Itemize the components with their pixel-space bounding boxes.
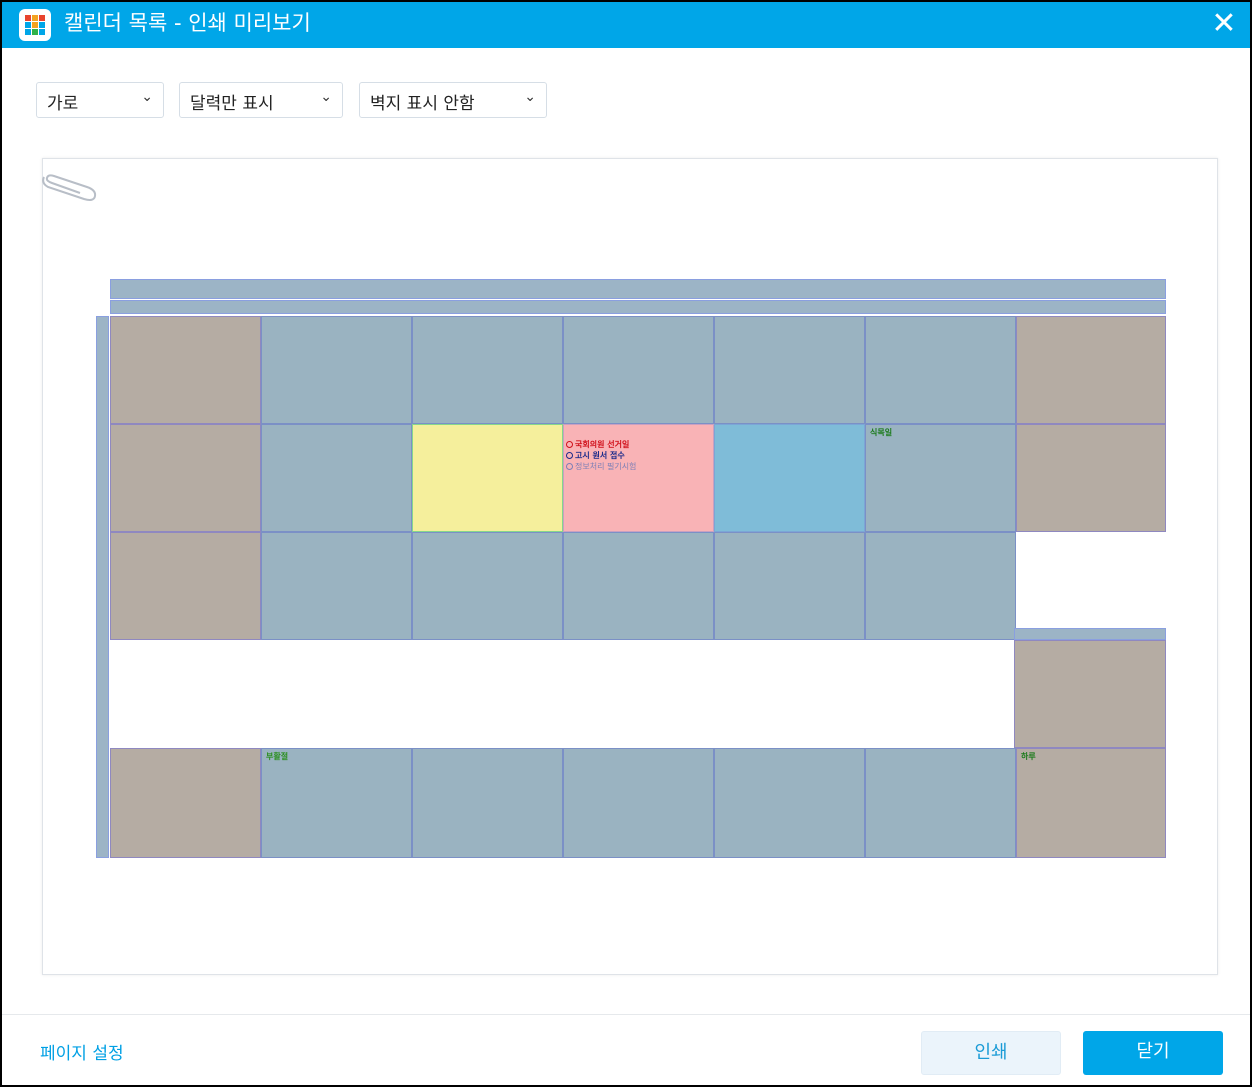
weekend-header-bar <box>1014 628 1166 640</box>
calendar-day-cell <box>865 316 1016 424</box>
event-entry: 국회의원 선거일 <box>566 439 629 450</box>
close-icon[interactable]: ✕ <box>1208 9 1240 41</box>
wallpaper-dropdown[interactable]: 벽지 표시 안함 ⌄ <box>359 82 547 118</box>
event-entry: 정보처리 필기시험 <box>566 461 636 472</box>
calendar-day-cell <box>714 748 865 858</box>
footer-divider <box>2 1014 1250 1015</box>
calendar-header-bar <box>110 279 1166 299</box>
calendar-day-cell <box>714 532 865 640</box>
calendar-day-cell-highlight <box>412 424 563 532</box>
calendar-day-cell <box>865 748 1016 858</box>
title-bar: 캘린더 목록 - 인쇄 미리보기 ✕ <box>2 2 1250 48</box>
calendar-day-cell <box>261 532 412 640</box>
calendar-day-cell <box>261 316 412 424</box>
event-entry: 고시 원서 접수 <box>566 450 625 461</box>
calendar-day-cell <box>563 748 714 858</box>
event-text: 국회의원 선거일 <box>575 440 630 449</box>
calendar-preview: 국회의원 선거일 고시 원서 접수 정보처리 필기시험 식목일 부활절 하루 <box>96 279 1166 859</box>
event-text: 정보처리 필기시험 <box>575 462 637 471</box>
page-setup-link[interactable]: 페이지 설정 <box>40 1039 124 1064</box>
calendar-day-cell: 하루 <box>1016 748 1166 858</box>
calendar-day-cell: 부활절 <box>261 748 412 858</box>
chevron-down-icon: ⌄ <box>141 89 153 105</box>
chevron-down-icon: ⌄ <box>524 89 536 105</box>
calendar-day-cell-highlight <box>714 424 865 532</box>
event-dot-icon <box>566 441 573 448</box>
calendar-day-cell <box>412 532 563 640</box>
chevron-down-icon: ⌄ <box>320 89 332 105</box>
calendar-day-cell <box>412 316 563 424</box>
orientation-dropdown[interactable]: 가로 ⌄ <box>36 82 164 118</box>
day-label: 부활절 <box>266 752 289 761</box>
calendar-day-cell <box>1014 640 1166 748</box>
day-label: 하루 <box>1021 752 1036 761</box>
paperclip-icon <box>42 174 97 201</box>
calendar-day-cell <box>412 748 563 858</box>
calendar-day-cell <box>261 424 412 532</box>
event-dot-icon <box>566 452 573 459</box>
calendar-day-cell <box>865 532 1016 640</box>
orientation-value: 가로 <box>47 94 79 114</box>
wallpaper-value: 벽지 표시 안함 <box>370 94 475 114</box>
calendar-day-cell <box>714 316 865 424</box>
week-number-column <box>96 316 109 858</box>
calendar-day-cell-highlight: 국회의원 선거일 고시 원서 접수 정보처리 필기시험 <box>563 424 714 532</box>
close-button[interactable]: 닫기 <box>1083 1031 1223 1075</box>
calendar-day-cell <box>110 748 261 858</box>
calendar-day-cell <box>110 316 261 424</box>
print-button[interactable]: 인쇄 <box>921 1031 1061 1075</box>
app-grid-icon <box>19 9 51 41</box>
calendar-day-cell <box>1016 424 1166 532</box>
calendar-day-cell <box>563 532 714 640</box>
event-text: 고시 원서 접수 <box>575 451 625 460</box>
window-title: 캘린더 목록 - 인쇄 미리보기 <box>64 11 311 35</box>
calendar-day-cell <box>1016 316 1166 424</box>
calendar-day-cell: 식목일 <box>865 424 1016 532</box>
calendar-day-cell <box>110 532 261 640</box>
event-dot-icon <box>566 463 573 470</box>
weekday-header-bar <box>110 300 1166 314</box>
display-mode-value: 달력만 표시 <box>190 94 274 114</box>
display-mode-dropdown[interactable]: 달력만 표시 ⌄ <box>179 82 343 118</box>
calendar-day-cell <box>110 424 261 532</box>
calendar-day-cell <box>563 316 714 424</box>
print-preview-window: 캘린더 목록 - 인쇄 미리보기 ✕ 가로 ⌄ 달력만 표시 ⌄ 벽지 표시 안… <box>0 0 1252 1087</box>
day-label: 식목일 <box>870 428 893 437</box>
